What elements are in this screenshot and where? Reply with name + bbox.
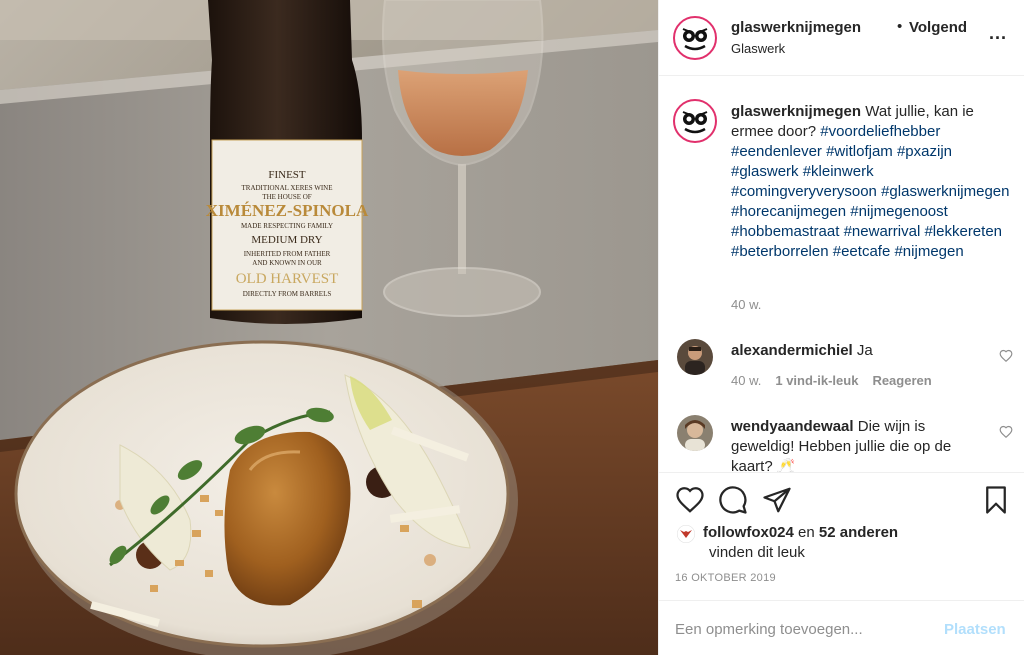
caption-username[interactable]: glaswerknijmegen xyxy=(731,103,861,120)
owl-logo-icon xyxy=(677,20,713,56)
hashtag[interactable]: #horecanijmegen xyxy=(731,203,846,220)
likes-others-link[interactable]: 52 anderen xyxy=(819,524,898,541)
plate xyxy=(14,340,518,655)
comment-age[interactable]: 40 w. xyxy=(731,373,761,388)
hashtag[interactable]: #glaswerk xyxy=(731,163,799,180)
comment-username[interactable]: wendyaandewaal xyxy=(731,418,854,435)
hashtag[interactable]: #voordeliefhebber xyxy=(820,123,940,140)
hashtag[interactable]: #nijmegenoost xyxy=(850,203,948,220)
comment-heart-icon[interactable] xyxy=(999,425,1013,439)
hashtag[interactable]: #nijmegen xyxy=(894,243,963,260)
post-actions: followfox024 en 52 anderen vinden dit le… xyxy=(659,472,1024,655)
hashtag[interactable]: #lekkereten xyxy=(924,223,1002,240)
commenter-avatar[interactable] xyxy=(677,415,713,451)
location-link[interactable]: Glaswerk xyxy=(731,41,785,56)
hashtag[interactable]: #kleinwerk xyxy=(803,163,874,180)
likes-suffix: vinden dit leuk xyxy=(709,544,805,561)
hashtag[interactable]: #beterborrelen xyxy=(731,243,829,260)
post-header: glaswerknijmegen • Volgend Glaswerk ... xyxy=(659,0,1024,76)
fox-logo-icon xyxy=(677,525,695,543)
svg-text:TRADITIONAL XERES WINE: TRADITIONAL XERES WINE xyxy=(242,184,333,192)
separator-dot: • xyxy=(897,18,903,35)
comment-input[interactable] xyxy=(675,615,935,643)
likes-connector: en xyxy=(798,524,815,541)
user-photo-icon xyxy=(677,339,713,375)
instagram-post: FINEST TRADITIONAL XERES WINE THE HOUSE … xyxy=(0,0,1024,655)
more-icon[interactable]: ... xyxy=(989,24,1009,48)
svg-text:THE HOUSE OF: THE HOUSE OF xyxy=(262,193,311,201)
heart-icon[interactable] xyxy=(675,485,705,515)
commenter-avatar[interactable] xyxy=(677,339,713,375)
comment-text: alexandermichiel Ja xyxy=(731,341,971,361)
svg-text:OLD HARVEST: OLD HARVEST xyxy=(236,271,339,287)
user-photo-icon xyxy=(677,415,713,451)
hashtag[interactable]: #hobbemastraat xyxy=(731,223,839,240)
post-photo[interactable]: FINEST TRADITIONAL XERES WINE THE HOUSE … xyxy=(0,0,658,655)
svg-text:MADE RESPECTING FAMILY: MADE RESPECTING FAMILY xyxy=(241,222,333,230)
svg-text:FINEST: FINEST xyxy=(268,169,306,181)
liker-avatar[interactable] xyxy=(677,525,695,543)
svg-text:XIMÉNEZ-SPINOLA: XIMÉNEZ-SPINOLA xyxy=(206,201,369,220)
following-button[interactable]: Volgend xyxy=(909,19,967,36)
reply-button[interactable]: Reageren xyxy=(872,373,931,388)
add-comment-bar: Plaatsen xyxy=(659,600,1024,656)
svg-text:INHERITED FROM FATHER: INHERITED FROM FATHER xyxy=(244,250,331,258)
hashtag[interactable]: #comingveryverysoon xyxy=(731,183,877,200)
hashtag[interactable]: #witlofjam xyxy=(826,143,893,160)
svg-text:AND KNOWN IN OUR: AND KNOWN IN OUR xyxy=(252,259,322,267)
hashtag[interactable]: #pxazijn xyxy=(897,143,952,160)
hashtag[interactable]: #newarrival xyxy=(844,223,921,240)
comment-meta: 40 w. 1 vind-ik-leuk Reageren xyxy=(731,373,932,388)
post-date[interactable]: 16 OKTOBER 2019 xyxy=(675,572,776,584)
hashtag[interactable]: #eetcafe xyxy=(833,243,891,260)
svg-text:MEDIUM DRY: MEDIUM DRY xyxy=(251,234,322,246)
caption-avatar[interactable] xyxy=(673,99,717,143)
svg-text:DIRECTLY FROM BARRELS: DIRECTLY FROM BARRELS xyxy=(243,290,332,298)
comments-list[interactable]: glaswerknijmegen Wat jullie, kan ie erme… xyxy=(659,77,1024,472)
comment-body: Ja xyxy=(856,342,873,359)
comment-heart-icon[interactable] xyxy=(999,349,1013,363)
comment-text: wendyaandewaal Die wijn is geweldig! Heb… xyxy=(731,417,971,472)
caption-text: glaswerknijmegen Wat jullie, kan ie erme… xyxy=(731,102,1017,262)
caption-age[interactable]: 40 w. xyxy=(731,297,761,312)
author-avatar[interactable] xyxy=(673,16,717,60)
food-and-wine-photo: FINEST TRADITIONAL XERES WINE THE HOUSE … xyxy=(0,0,658,655)
hashtag[interactable]: #glaswerknijmegen xyxy=(881,183,1009,200)
comment-username[interactable]: alexandermichiel xyxy=(731,342,853,359)
post-side-panel: glaswerknijmegen • Volgend Glaswerk ... xyxy=(658,0,1024,655)
wine-bottle: FINEST TRADITIONAL XERES WINE THE HOUSE … xyxy=(206,0,369,324)
share-icon[interactable] xyxy=(762,485,792,515)
liker-username[interactable]: followfox024 xyxy=(703,524,794,541)
author-username[interactable]: glaswerknijmegen xyxy=(731,19,861,36)
comment-like-count[interactable]: 1 vind-ik-leuk xyxy=(775,373,858,388)
comment-icon[interactable] xyxy=(718,485,748,515)
owl-logo-icon xyxy=(677,103,713,139)
hashtag[interactable]: #eendenlever xyxy=(731,143,822,160)
bookmark-icon[interactable] xyxy=(981,485,1011,515)
post-comment-button[interactable]: Plaatsen xyxy=(944,621,1006,638)
